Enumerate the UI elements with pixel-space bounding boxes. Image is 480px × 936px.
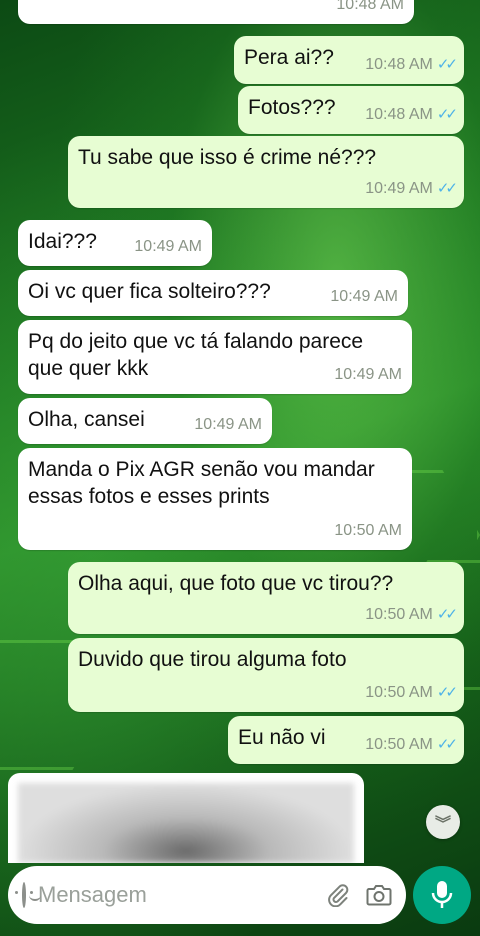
message-meta: 10:50 AM ✓✓ [365, 684, 458, 701]
message-text: Duvido que tirou alguma foto [78, 648, 347, 671]
paperclip-icon[interactable] [326, 882, 350, 908]
message-meta: 10:48 AM ✓✓ [365, 106, 458, 123]
message-bubble-outgoing[interactable]: Pera ai?? 10:48 AM ✓✓ [234, 36, 464, 84]
read-receipt-icon: ✓✓ [436, 684, 458, 701]
read-receipt-icon: ✓✓ [436, 106, 458, 123]
message-bubble-outgoing[interactable]: Fotos??? 10:48 AM ✓✓ [238, 86, 464, 134]
message-meta: 10:50 AM ✓✓ [365, 736, 458, 753]
message-composer [8, 866, 406, 924]
message-text: Olha aqui, que foto que vc tirou?? [78, 572, 394, 595]
microphone-icon [431, 881, 453, 908]
message-bubble-incoming[interactable]: Pq do jeito que vc tá falando parece que… [18, 320, 412, 394]
camera-icon-svg [366, 885, 392, 906]
message-time: 10:49 AM [194, 416, 262, 433]
scroll-to-bottom-button[interactable]: ︾ [426, 805, 460, 839]
message-bubble-outgoing[interactable]: Duvido que tirou alguma foto 10:50 AM ✓✓ [68, 638, 464, 712]
message-meta: 10:50 AM ✓✓ [365, 606, 458, 623]
message-meta: 10:48 AM ✓✓ [365, 56, 458, 73]
double-chevron-down-icon: ︾ [434, 816, 451, 833]
microphone-button[interactable] [413, 866, 471, 924]
message-bubble-incoming[interactable]: Idai??? 10:49 AM [18, 220, 212, 266]
message-input[interactable] [38, 882, 326, 908]
read-receipt-icon: ✓✓ [436, 736, 458, 753]
message-bubble-incoming[interactable]: Oi vc quer fica solteiro??? 10:49 AM [18, 270, 408, 316]
message-time: 10:49 AM [330, 288, 398, 305]
message-time: 10:50 AM [334, 522, 402, 539]
paperclip-icon-svg [328, 884, 349, 907]
message-time: 10:49 AM [334, 366, 402, 383]
emoji-icon[interactable] [15, 882, 41, 908]
message-text: Manda o Pix AGR senão vou mandar essas f… [28, 458, 375, 508]
read-receipt-icon: ✓✓ [436, 180, 458, 197]
message-bubble-outgoing[interactable]: Olha aqui, que foto que vc tirou?? 10:50… [68, 562, 464, 634]
image-message-blurred[interactable] [8, 773, 364, 863]
message-bubble-incoming[interactable]: Olha, cansei 10:49 AM [18, 398, 272, 444]
read-receipt-icon: ✓✓ [436, 606, 458, 623]
message-bubble-outgoing[interactable]: Tu sabe que isso é crime né??? 10:49 AM ✓… [68, 136, 464, 208]
message-time: 10:49 AM [134, 238, 202, 255]
message-bubble-incoming[interactable]: 10:48 AM [18, 0, 414, 24]
message-time: 10:48 AM [336, 0, 404, 13]
read-receipt-icon: ✓✓ [436, 56, 458, 73]
blurred-image [18, 783, 354, 863]
message-bubble-incoming[interactable]: Manda o Pix AGR senão vou mandar essas f… [18, 448, 412, 550]
camera-icon[interactable] [366, 882, 392, 908]
message-text: Tu sabe que isso é crime né??? [78, 146, 377, 169]
message-meta: 10:49 AM ✓✓ [365, 180, 458, 197]
message-bubble-outgoing[interactable]: Eu não vi 10:50 AM ✓✓ [228, 716, 464, 764]
